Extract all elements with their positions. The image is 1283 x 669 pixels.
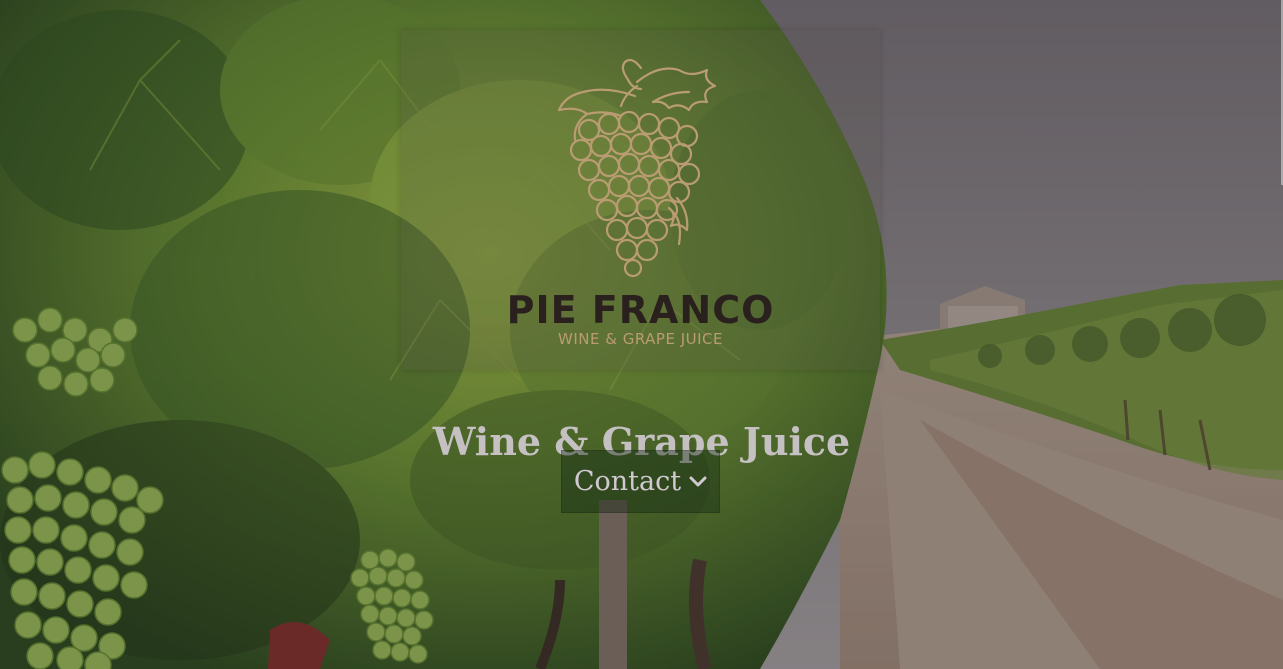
hero-section: PIE FRANCO WINE & GRAPE JUICE Wine & Gra… bbox=[0, 0, 1283, 669]
contact-button[interactable]: Contact bbox=[561, 450, 720, 513]
logo-panel: PIE FRANCO WINE & GRAPE JUICE bbox=[401, 30, 880, 370]
grape-bunch-icon bbox=[557, 58, 717, 278]
brand-tagline: WINE & GRAPE JUICE bbox=[558, 330, 723, 348]
contact-button-label: Contact bbox=[573, 466, 682, 497]
brand-name: PIE FRANCO bbox=[506, 288, 775, 332]
chevron-down-icon bbox=[689, 476, 707, 486]
